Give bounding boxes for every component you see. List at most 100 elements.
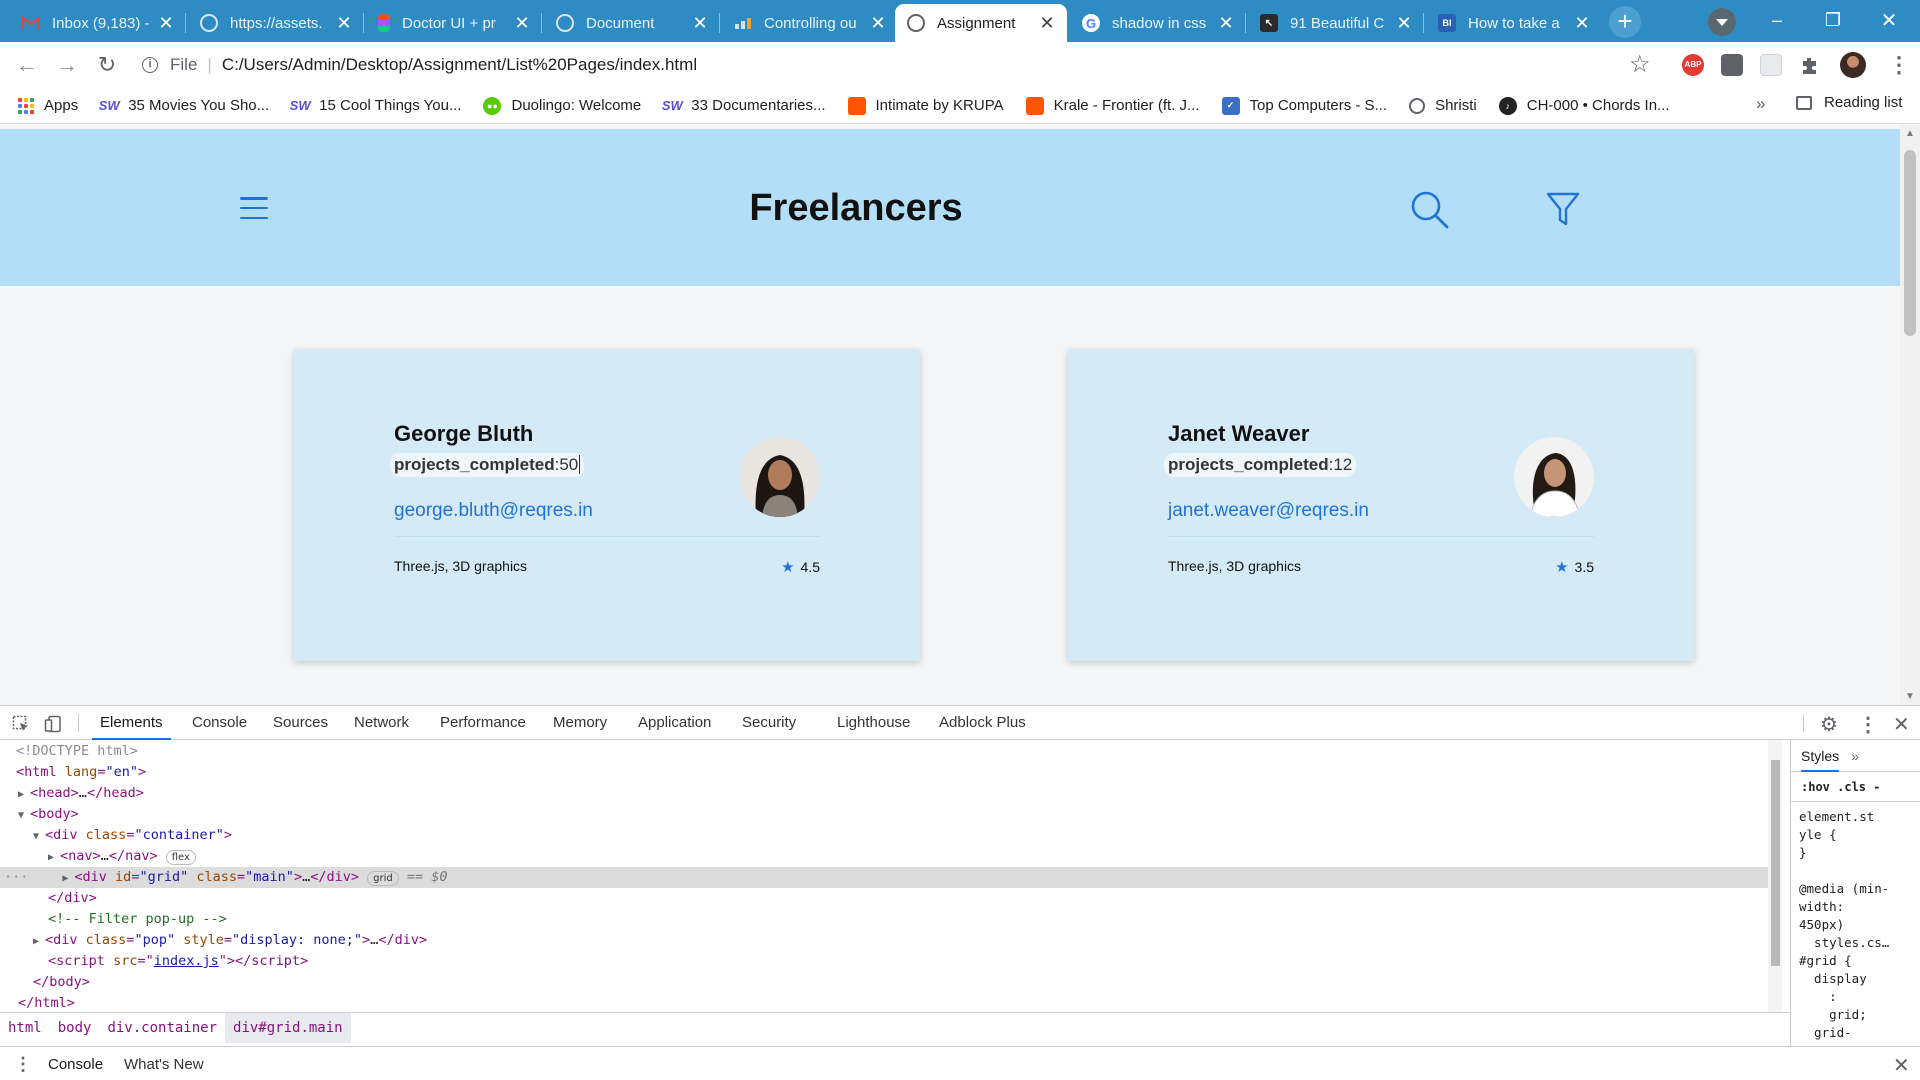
device-toolbar-icon[interactable] xyxy=(44,715,62,733)
bookmark-item[interactable]: Shristi xyxy=(1409,97,1477,114)
dom-node-selected[interactable]: ··· ▶ <div id="grid" class="main">…</div> … xyxy=(0,867,1768,888)
dom-node[interactable]: ▼ <body> xyxy=(0,804,1768,825)
tab-controlling[interactable]: Controlling ou ✕ xyxy=(722,4,898,42)
tab-document[interactable]: Document ✕ xyxy=(544,4,720,42)
drawer-tab-whats-new[interactable]: What's New xyxy=(124,1047,204,1080)
reading-list-button[interactable]: Reading list xyxy=(1796,94,1902,111)
tab-assets[interactable]: https://assets. ✕ xyxy=(188,4,364,42)
dom-tree-scrollbar[interactable] xyxy=(1768,740,1782,1012)
bookmark-item[interactable]: Intimate by KRUPA xyxy=(847,96,1004,115)
drawer-close-icon[interactable]: ✕ xyxy=(1893,1053,1910,1078)
devtools-tab-elements[interactable]: Elements xyxy=(92,706,171,740)
new-tab-button[interactable]: + xyxy=(1609,6,1641,38)
tab-assignment[interactable]: Assignment ✕ xyxy=(895,4,1067,42)
tab-search-dropdown-icon[interactable] xyxy=(1708,8,1736,36)
devtools-close-icon[interactable]: ✕ xyxy=(1893,712,1910,737)
dom-node[interactable]: </body> xyxy=(0,972,1768,993)
scrollbar-thumb[interactable] xyxy=(1771,760,1780,966)
address-bar[interactable]: i File | C:/Users/Admin/Desktop/Assignme… xyxy=(142,49,1657,81)
freelancer-card[interactable]: Janet Weaver projects_completed:12 janet… xyxy=(1068,349,1694,661)
dom-node[interactable]: ▼ <div class="container"> xyxy=(0,825,1768,846)
back-icon[interactable]: ← xyxy=(12,50,42,80)
reload-icon[interactable]: ↻ xyxy=(92,50,122,80)
forward-icon[interactable]: → xyxy=(52,50,82,80)
dom-node[interactable]: <script src="index.js"></script> xyxy=(0,951,1768,972)
close-icon[interactable]: ✕ xyxy=(336,14,352,32)
tab-doctor-ui[interactable]: Doctor UI + pr ✕ xyxy=(366,4,542,42)
dom-node[interactable]: ▶ <head>…</head> xyxy=(0,783,1768,804)
maximize-button[interactable]: ❐ xyxy=(1810,0,1856,40)
devtools-tab-security[interactable]: Security xyxy=(742,706,796,740)
dom-node[interactable]: </div> xyxy=(0,888,1768,909)
search-icon[interactable] xyxy=(1410,190,1450,230)
close-icon[interactable]: ✕ xyxy=(1574,14,1590,32)
close-icon[interactable]: ✕ xyxy=(1039,14,1055,32)
devtools-tab-adblock[interactable]: Adblock Plus xyxy=(939,706,1026,740)
bookmark-item[interactable]: SW 35 Movies You Sho... xyxy=(99,97,269,115)
freelancer-email-link[interactable]: george.bluth@reqres.in xyxy=(394,500,593,522)
script-src-link[interactable]: index.js xyxy=(154,953,219,969)
tab-how-to[interactable]: BI How to take a ✕ xyxy=(1426,4,1602,42)
devtools-tab-memory[interactable]: Memory xyxy=(553,706,607,740)
close-icon[interactable]: ✕ xyxy=(870,14,886,32)
close-icon[interactable]: ✕ xyxy=(158,14,174,32)
scrollbar-thumb[interactable] xyxy=(1904,150,1916,336)
dom-tree[interactable]: <!DOCTYPE html> <html lang="en"> ▶ <head>… xyxy=(0,740,1768,1012)
minimize-button[interactable]: – xyxy=(1754,0,1800,40)
url-text[interactable]: C:/Users/Admin/Desktop/Assignment/List%2… xyxy=(222,55,697,75)
puzzle-extensions-icon[interactable] xyxy=(1799,55,1821,77)
filter-icon[interactable] xyxy=(1546,191,1580,227)
page-scrollbar[interactable]: ▲ ▼ xyxy=(1900,125,1920,705)
bookmark-apps[interactable]: Apps xyxy=(18,97,78,114)
styles-filter-bar[interactable]: :hov .cls - xyxy=(1791,772,1920,802)
bookmark-item[interactable]: ♪ CH-000 • Chords In... xyxy=(1498,96,1670,115)
more-panes-icon[interactable]: » xyxy=(1851,748,1859,764)
bookmark-item[interactable]: Krale - Frontier (ft. J... xyxy=(1025,96,1200,115)
bookmark-item[interactable]: ●● Duolingo: Welcome xyxy=(483,96,641,115)
devtools-tab-network[interactable]: Network xyxy=(354,706,409,740)
breadcrumb-item[interactable]: body xyxy=(50,1013,100,1043)
devtools-tab-application[interactable]: Application xyxy=(638,706,711,740)
flex-badge[interactable]: flex xyxy=(165,850,196,865)
dom-node[interactable]: <!DOCTYPE html> xyxy=(0,741,1768,762)
scroll-up-arrow-icon[interactable]: ▲ xyxy=(1905,128,1915,139)
devtools-menu-kebab-icon[interactable]: ⋮ xyxy=(1858,712,1878,737)
dom-node[interactable]: ▶ <div class="pop" style="display: none;"… xyxy=(0,930,1768,951)
extension-icon[interactable] xyxy=(1760,54,1782,76)
close-icon[interactable]: ✕ xyxy=(1218,14,1234,32)
breadcrumb-item[interactable]: div.container xyxy=(99,1013,225,1043)
close-icon[interactable]: ✕ xyxy=(1396,14,1412,32)
devtools-tab-lighthouse[interactable]: Lighthouse xyxy=(837,706,910,740)
bookmark-item[interactable]: ✓ Top Computers - S... xyxy=(1221,96,1387,115)
dom-node[interactable]: ▶ <nav>…</nav> flex xyxy=(0,846,1768,867)
devtools-tab-console[interactable]: Console xyxy=(192,706,247,740)
info-icon[interactable]: i xyxy=(142,57,158,73)
tab-beautiful[interactable]: ↖ 91 Beautiful C ✕ xyxy=(1248,4,1424,42)
breadcrumb-item[interactable]: html xyxy=(0,1013,50,1043)
styles-rules[interactable]: element.st yle { } @media (min- width: 4… xyxy=(1791,802,1920,1046)
profile-avatar[interactable] xyxy=(1840,52,1866,78)
scroll-down-arrow-icon[interactable]: ▼ xyxy=(1905,691,1915,702)
dom-node[interactable]: <!-- Filter pop-up --> xyxy=(0,909,1768,930)
bookmark-item[interactable]: SW 33 Documentaries... xyxy=(662,97,826,115)
grid-badge[interactable]: grid xyxy=(367,871,399,886)
close-icon[interactable]: ✕ xyxy=(514,14,530,32)
devtools-tab-performance[interactable]: Performance xyxy=(440,706,526,740)
styles-tab[interactable]: Styles xyxy=(1801,740,1840,772)
tab-shadow-css[interactable]: G shadow in css ✕ xyxy=(1070,4,1246,42)
devtools-tab-sources[interactable]: Sources xyxy=(273,706,328,740)
adblock-plus-icon[interactable]: ABP xyxy=(1682,54,1704,76)
breadcrumb-item-active[interactable]: div#grid.main xyxy=(225,1012,351,1043)
menu-kebab-icon[interactable]: ⋮ xyxy=(1888,52,1910,78)
bookmarks-overflow-icon[interactable]: » xyxy=(1756,94,1765,114)
bookmark-item[interactable]: SW 15 Cool Things You... xyxy=(290,97,462,115)
window-close-button[interactable]: ✕ xyxy=(1866,0,1912,40)
tab-inbox[interactable]: Inbox (9,183) - ✕ xyxy=(10,4,186,42)
settings-gear-icon[interactable]: ⚙ xyxy=(1820,712,1838,737)
close-icon[interactable]: ✕ xyxy=(692,14,708,32)
dom-node[interactable]: <html lang="en"> xyxy=(0,762,1768,783)
extension-icon[interactable] xyxy=(1721,54,1743,76)
dom-node[interactable]: </html> xyxy=(0,993,1768,1012)
drawer-menu-kebab-icon[interactable]: ⋮ xyxy=(14,1054,32,1075)
freelancer-card[interactable]: George Bluth projects_completed:50 georg… xyxy=(294,349,920,661)
